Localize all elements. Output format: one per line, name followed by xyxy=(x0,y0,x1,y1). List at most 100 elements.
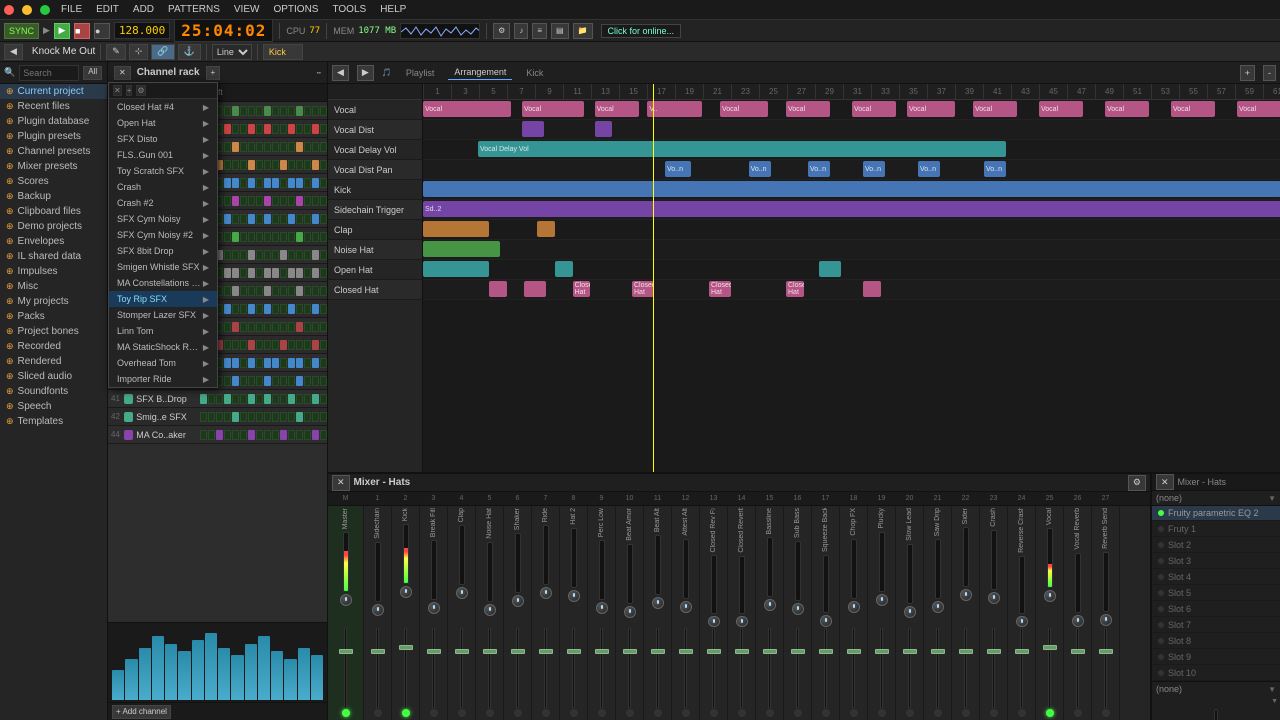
cr-step-3-3[interactable] xyxy=(224,160,231,170)
snap-select[interactable]: Line xyxy=(212,44,252,60)
cr-step-16-13[interactable] xyxy=(304,394,311,404)
browser-item-15[interactable]: ⊕Packs xyxy=(0,309,107,324)
cr-step-12-3[interactable] xyxy=(224,322,231,332)
dd-item-3[interactable]: FLS..Gun 001▶ xyxy=(109,147,217,163)
mixer-channel-17[interactable]: Squeeze Back xyxy=(812,506,840,720)
cr-step-8-4[interactable] xyxy=(232,250,239,260)
cr-step-12-14[interactable] xyxy=(312,322,319,332)
anchor-tool[interactable]: ⚓ xyxy=(178,44,201,60)
browser-item-2[interactable]: ⊕Plugin database xyxy=(0,114,107,129)
cr-color-btn-17[interactable] xyxy=(124,412,133,422)
menu-patterns[interactable]: PATTERNS xyxy=(165,4,223,15)
browser-item-5[interactable]: ⊕Mixer presets xyxy=(0,159,107,174)
cr-step-14-4[interactable] xyxy=(232,358,239,368)
arr-clip-9-0[interactable] xyxy=(489,281,507,297)
online-button[interactable]: Click for online... xyxy=(601,24,682,38)
mixer-fader-area-1[interactable] xyxy=(365,617,390,708)
cr-step-17-7[interactable] xyxy=(256,412,263,422)
cr-step-18-10[interactable] xyxy=(280,430,287,440)
cr-step-15-10[interactable] xyxy=(280,376,287,386)
kick-btn[interactable]: Kick xyxy=(263,44,303,60)
cr-step-16-14[interactable] xyxy=(312,394,319,404)
dd-item-0[interactable]: Closed Hat #4▶ xyxy=(109,99,217,115)
mixer-fader-thumb-9[interactable] xyxy=(595,649,609,654)
mixer-fader-area-19[interactable] xyxy=(869,607,894,708)
cr-step-15-3[interactable] xyxy=(224,376,231,386)
cr-step-18-5[interactable] xyxy=(240,430,247,440)
cr-step-4-8[interactable] xyxy=(264,178,271,188)
menu-options[interactable]: OPTIONS xyxy=(270,4,321,15)
cr-step-6-4[interactable] xyxy=(232,214,239,224)
cr-step-9-3[interactable] xyxy=(224,268,231,278)
mixer-fader-thumb-24[interactable] xyxy=(1015,649,1029,654)
mixer-channel-19[interactable]: Plucky xyxy=(868,506,896,720)
cr-step-12-8[interactable] xyxy=(264,322,271,332)
cr-step-16-15[interactable] xyxy=(320,394,327,404)
fx-slot-2[interactable]: Slot 3 xyxy=(1152,553,1280,569)
cr-bar-9[interactable] xyxy=(231,655,243,700)
cr-step-6-12[interactable] xyxy=(296,214,303,224)
browser-item-10[interactable]: ⊕Envelopes xyxy=(0,234,107,249)
arr-clip-8-1[interactable] xyxy=(555,261,573,277)
arr-zoom-out[interactable]: - xyxy=(1263,65,1276,81)
browser-item-18[interactable]: ⊕Rendered xyxy=(0,354,107,369)
cr-step-18-15[interactable] xyxy=(320,430,327,440)
arr-clip-6-1[interactable] xyxy=(537,221,555,237)
dd-settings-btn[interactable]: ⚙ xyxy=(136,85,145,96)
cr-step-13-11[interactable] xyxy=(288,340,295,350)
cr-step-15-8[interactable] xyxy=(264,376,271,386)
cr-bar-0[interactable] xyxy=(112,670,124,700)
fx-none-top[interactable]: (none) ▼ xyxy=(1152,491,1280,506)
mixer-fader-thumb-6[interactable] xyxy=(511,649,525,654)
dd-item-15[interactable]: MA StaticShock Retro...▶ xyxy=(109,339,217,355)
cr-step-9-5[interactable] xyxy=(240,268,247,278)
cr-step-4-11[interactable] xyxy=(288,178,295,188)
cr-step-2-4[interactable] xyxy=(232,142,239,152)
cr-step-1-4[interactable] xyxy=(232,124,239,134)
cr-step-6-3[interactable] xyxy=(224,214,231,224)
cr-step-8-6[interactable] xyxy=(248,250,255,260)
cr-step-2-12[interactable] xyxy=(296,142,303,152)
cr-step-4-10[interactable] xyxy=(280,178,287,188)
cr-bar-13[interactable] xyxy=(284,659,296,700)
dd-item-10[interactable]: Smigen Whistle SFX▶ xyxy=(109,259,217,275)
cr-bar-14[interactable] xyxy=(298,648,310,701)
cr-step-2-10[interactable] xyxy=(280,142,287,152)
cr-step-13-5[interactable] xyxy=(240,340,247,350)
mixer-fader-area-14[interactable] xyxy=(729,628,754,708)
dd-item-1[interactable]: Open Hat▶ xyxy=(109,115,217,131)
mixer-channel-27[interactable]: Reverb Send xyxy=(1092,506,1120,720)
close-dot[interactable] xyxy=(4,5,14,15)
piano-roll-btn[interactable]: ♪ xyxy=(514,23,528,39)
mixer-channel-0[interactable]: Master xyxy=(328,506,364,720)
mixer-fader-thumb-4[interactable] xyxy=(455,649,469,654)
cr-step-9-6[interactable] xyxy=(248,268,255,278)
arr-clip-4-0[interactable] xyxy=(423,181,1280,197)
cr-step-11-3[interactable] xyxy=(224,304,231,314)
cr-step-1-12[interactable] xyxy=(296,124,303,134)
fx-close-btn[interactable]: ✕ xyxy=(1156,474,1174,490)
cr-step-0-11[interactable] xyxy=(288,106,295,116)
cr-step-0-9[interactable] xyxy=(272,106,279,116)
mixer-channel-14[interactable]: Closed Reverb xyxy=(728,506,756,720)
mixer-knob-10[interactable] xyxy=(624,606,636,618)
mixer-fader-area-16[interactable] xyxy=(785,616,810,708)
cr-step-4-14[interactable] xyxy=(312,178,319,188)
cr-step-17-9[interactable] xyxy=(272,412,279,422)
cr-step-6-6[interactable] xyxy=(248,214,255,224)
cr-step-17-5[interactable] xyxy=(240,412,247,422)
mixer-channel-13[interactable]: Closed Rev Fx xyxy=(700,506,728,720)
cr-step-10-5[interactable] xyxy=(240,286,247,296)
mixer-knob-20[interactable] xyxy=(904,606,916,618)
cr-step-2-5[interactable] xyxy=(240,142,247,152)
mixer-fader-thumb-20[interactable] xyxy=(903,649,917,654)
cr-step-15-7[interactable] xyxy=(256,376,263,386)
browser-all-btn[interactable]: All xyxy=(83,66,102,80)
dd-item-16[interactable]: Overhead Tom▶ xyxy=(109,355,217,371)
cr-step-7-6[interactable] xyxy=(248,232,255,242)
cr-step-18-0[interactable] xyxy=(200,430,207,440)
cr-step-9-4[interactable] xyxy=(232,268,239,278)
mixer-channel-24[interactable]: Reverse Crash xyxy=(1008,506,1036,720)
fx-slot-4[interactable]: Slot 5 xyxy=(1152,585,1280,601)
browser-search-input[interactable] xyxy=(19,65,79,81)
